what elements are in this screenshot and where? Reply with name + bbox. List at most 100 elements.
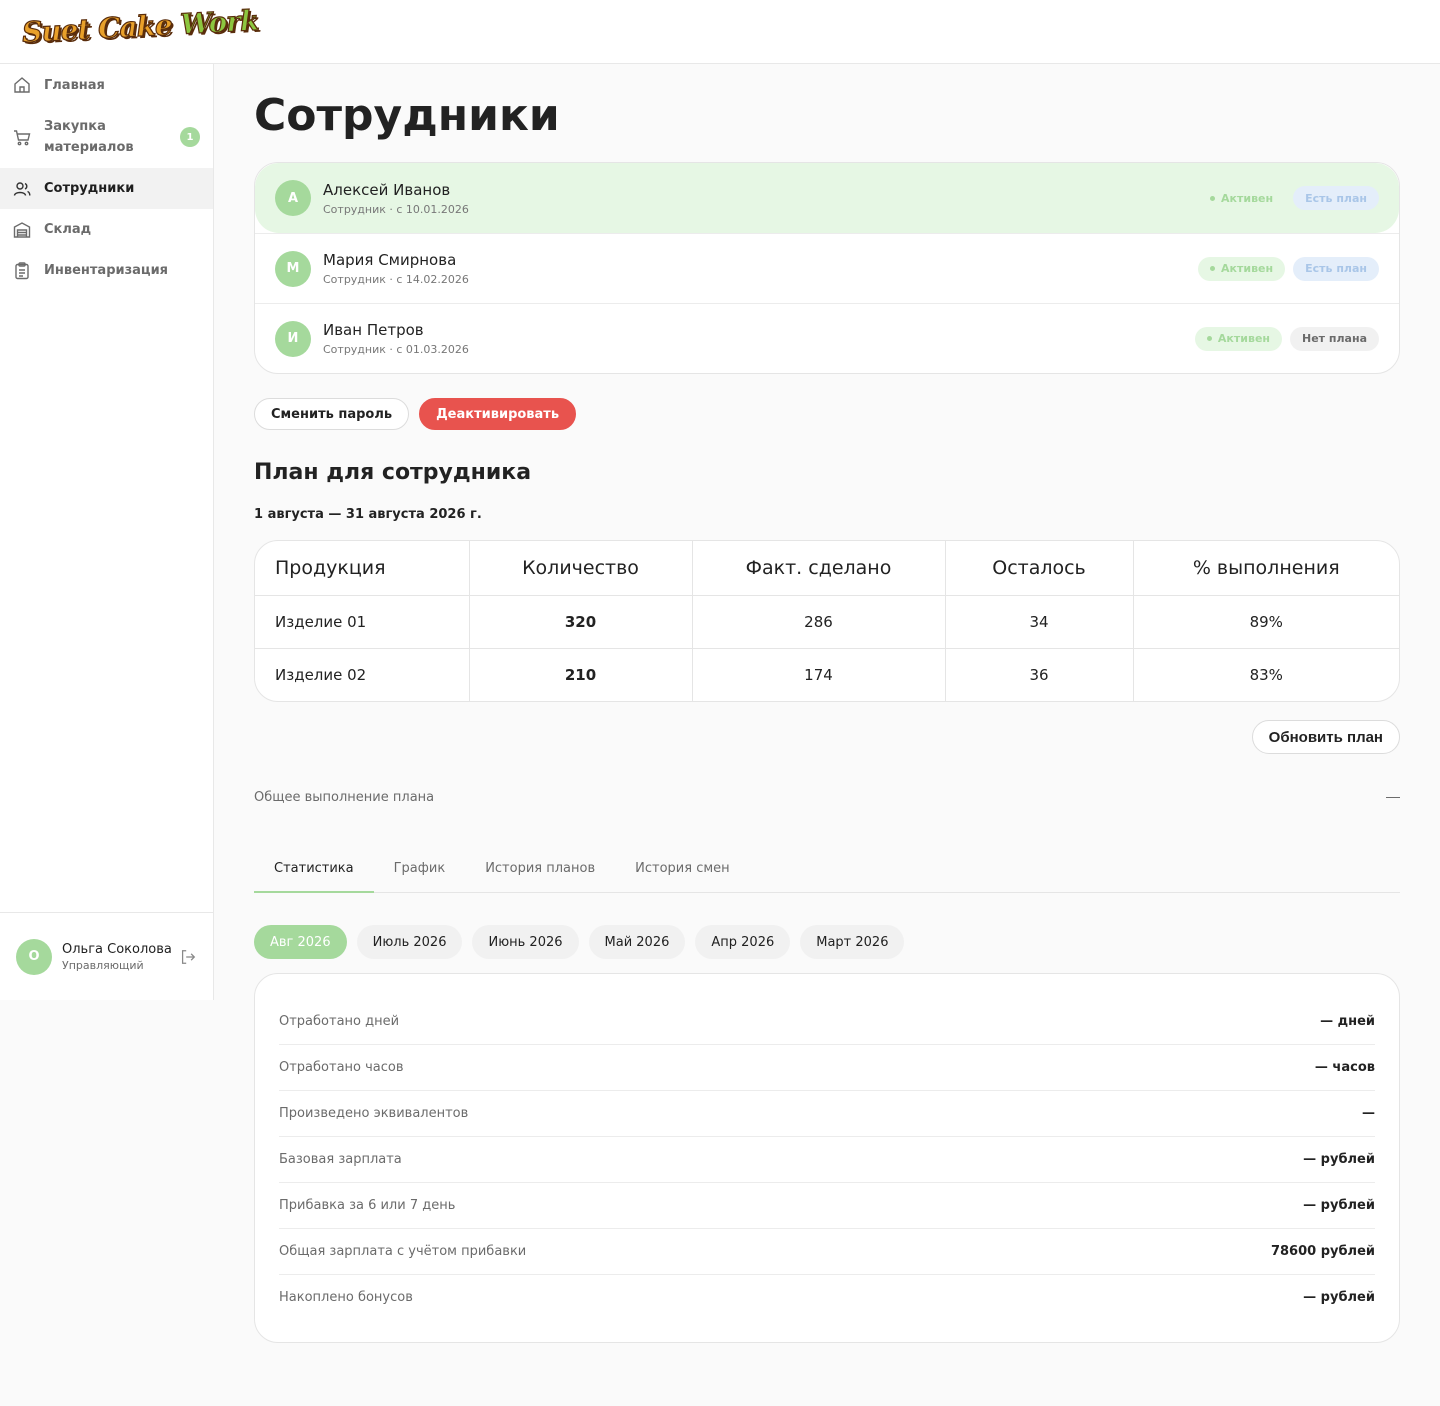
employee-row[interactable]: А Алексей Иванов Сотрудник · с 10.01.202… [255,163,1399,233]
plan-badge: Есть план [1293,186,1379,210]
app-logo[interactable]: Suet Cake Work [21,3,260,50]
month-chip[interactable]: Июль 2026 [356,925,463,959]
status-badge: Активен [1198,186,1285,210]
month-chip[interactable]: Авг 2026 [254,925,347,959]
sidebar-item-label: Закупка материалов [44,119,134,155]
stat-label: Произведено эквивалентов [279,1106,469,1121]
status-badge: Активен [1194,326,1283,351]
month-chip[interactable]: Май 2026 [588,925,686,959]
stat-row: Отработано дней — дней [279,998,1375,1044]
page-title: Сотрудники [254,90,560,141]
employee-list: А Алексей Иванов Сотрудник · с 10.01.202… [254,162,1400,374]
percent-cell: 83% [1132,647,1399,701]
stat-row: Базовая зарплата — рублей [279,1136,1375,1182]
stat-row: Отработано часов — часов [279,1044,1375,1090]
change-password-button[interactable]: Сменить пароль [254,398,410,430]
stat-value: 78600 рублей [1270,1244,1375,1259]
tab-bar: Статистика График История планов История… [254,849,1400,893]
stat-label: Накоплено бонусов [279,1290,413,1305]
status-dot-icon [1206,336,1212,341]
plan-section-title: План для сотрудника [254,460,532,485]
table-row: Изделие 02 210 174 36 83% [255,647,1399,701]
tab-schedule[interactable]: График [374,849,466,892]
avatar: О [16,938,52,975]
quantity-cell: 210 [468,647,692,701]
stat-value: — [1362,1106,1375,1121]
notification-badge: 1 [180,127,200,147]
stat-row: Прибавка за 6 или 7 день — рублей [279,1182,1375,1228]
employee-row[interactable]: М Мария Смирнова Сотрудник · с 14.02.202… [255,233,1399,303]
status-dot-icon [1210,195,1216,201]
top-bar: Suet Cake Work [0,0,1440,64]
stat-row: Общая зарплата с учётом прибавки 78600 ру… [279,1228,1375,1274]
current-user: О Ольга Соколова Управляющий [0,912,213,1000]
logo-text-accent: Work [179,3,260,41]
employee-subtitle: Сотрудник · с 01.03.2026 [323,343,469,356]
month-selector: Авг 2026 Июль 2026 Июнь 2026 Май 2026 Ап… [254,925,1400,959]
month-chip[interactable]: Март 2026 [800,925,905,959]
plan-period: 1 августа — 31 августа 2026 г. [254,507,482,522]
month-chip[interactable]: Апр 2026 [695,925,791,959]
plan-badge: Есть план [1293,256,1379,281]
logout-icon[interactable] [179,948,197,966]
column-header: Количество [468,541,692,596]
sidebar-item-label: Инвентаризация [44,263,169,278]
column-header: % выполнения [1132,541,1399,596]
sidebar-item-warehouse[interactable]: Склад [0,209,213,250]
stats-card: Отработано дней — дней Отработано часов — … [254,973,1400,1343]
product-cell: Изделие 01 [275,612,367,631]
employee-name: Иван Петров [323,321,424,339]
user-role: Управляющий [62,958,144,972]
user-name: Ольга Соколова [62,941,172,957]
collapse-icon[interactable] [1386,796,1400,799]
users-icon [13,181,31,196]
plan-table: Продукция Количество Факт. сделано Остал… [254,540,1400,702]
stat-label: Общая зарплата с учётом прибавки [279,1244,527,1259]
stat-row: Накоплено бонусов — рублей [279,1274,1375,1320]
warehouse-icon [13,221,31,238]
remaining-cell: 36 [944,647,1133,701]
sidebar-item-employees[interactable]: Сотрудники [0,168,213,209]
avatar: М [275,250,311,287]
plan-badge: Нет плана [1290,326,1379,351]
column-header: Осталось [944,541,1133,596]
sidebar-item-home[interactable]: Главная [0,64,213,106]
month-chip[interactable]: Июнь 2026 [472,925,579,959]
done-cell: 286 [691,595,945,648]
clipboard-icon [15,261,29,279]
tab-shift-history[interactable]: История смен [615,849,750,892]
column-header: Факт. сделано [691,541,945,596]
table-row: Изделие 01 320 286 34 89% [255,595,1399,648]
overall-plan-label: Общее выполнение плана [254,790,435,805]
tab-plan-history[interactable]: История планов [465,849,615,892]
update-plan-button[interactable]: Обновить план [1251,720,1400,754]
stat-label: Базовая зарплата [279,1152,402,1167]
employee-subtitle: Сотрудник · с 10.01.2026 [323,202,469,216]
stat-value: — рублей [1303,1290,1375,1305]
employee-row[interactable]: И Иван Петров Сотрудник · с 01.03.2026 А… [255,303,1399,373]
deactivate-button[interactable]: Деактивировать [419,398,577,430]
employee-subtitle: Сотрудник · с 14.02.2026 [323,273,469,286]
sidebar-item-label: Главная [44,77,105,93]
status-badge: Активен [1198,256,1286,281]
tab-statistics[interactable]: Статистика [254,849,374,893]
sidebar-item-purchases[interactable]: Закупка материалов 1 [0,106,213,168]
employee-name: Мария Смирнова [323,251,457,269]
sidebar-item-inventory[interactable]: Инвентаризация [0,250,213,291]
stat-value: — рублей [1303,1152,1375,1167]
avatar: А [275,180,311,216]
status-dot-icon [1210,266,1216,271]
stat-value: — рублей [1303,1198,1375,1213]
employee-name: Алексей Иванов [323,180,451,199]
stat-label: Отработано дней [279,1013,400,1029]
stat-value: — часов [1314,1060,1375,1075]
stat-value: — дней [1320,1013,1375,1029]
avatar: И [275,320,311,357]
product-cell: Изделие 02 [255,647,469,701]
cart-icon [14,130,31,146]
home-icon [14,77,30,93]
quantity-cell: 320 [468,595,692,648]
sidebar: Главная Закупка материалов 1 Сотрудники … [0,64,214,1000]
overall-plan-toggle[interactable]: Общее выполнение плана [254,790,1400,805]
sidebar-item-label: Сотрудники [44,181,135,196]
